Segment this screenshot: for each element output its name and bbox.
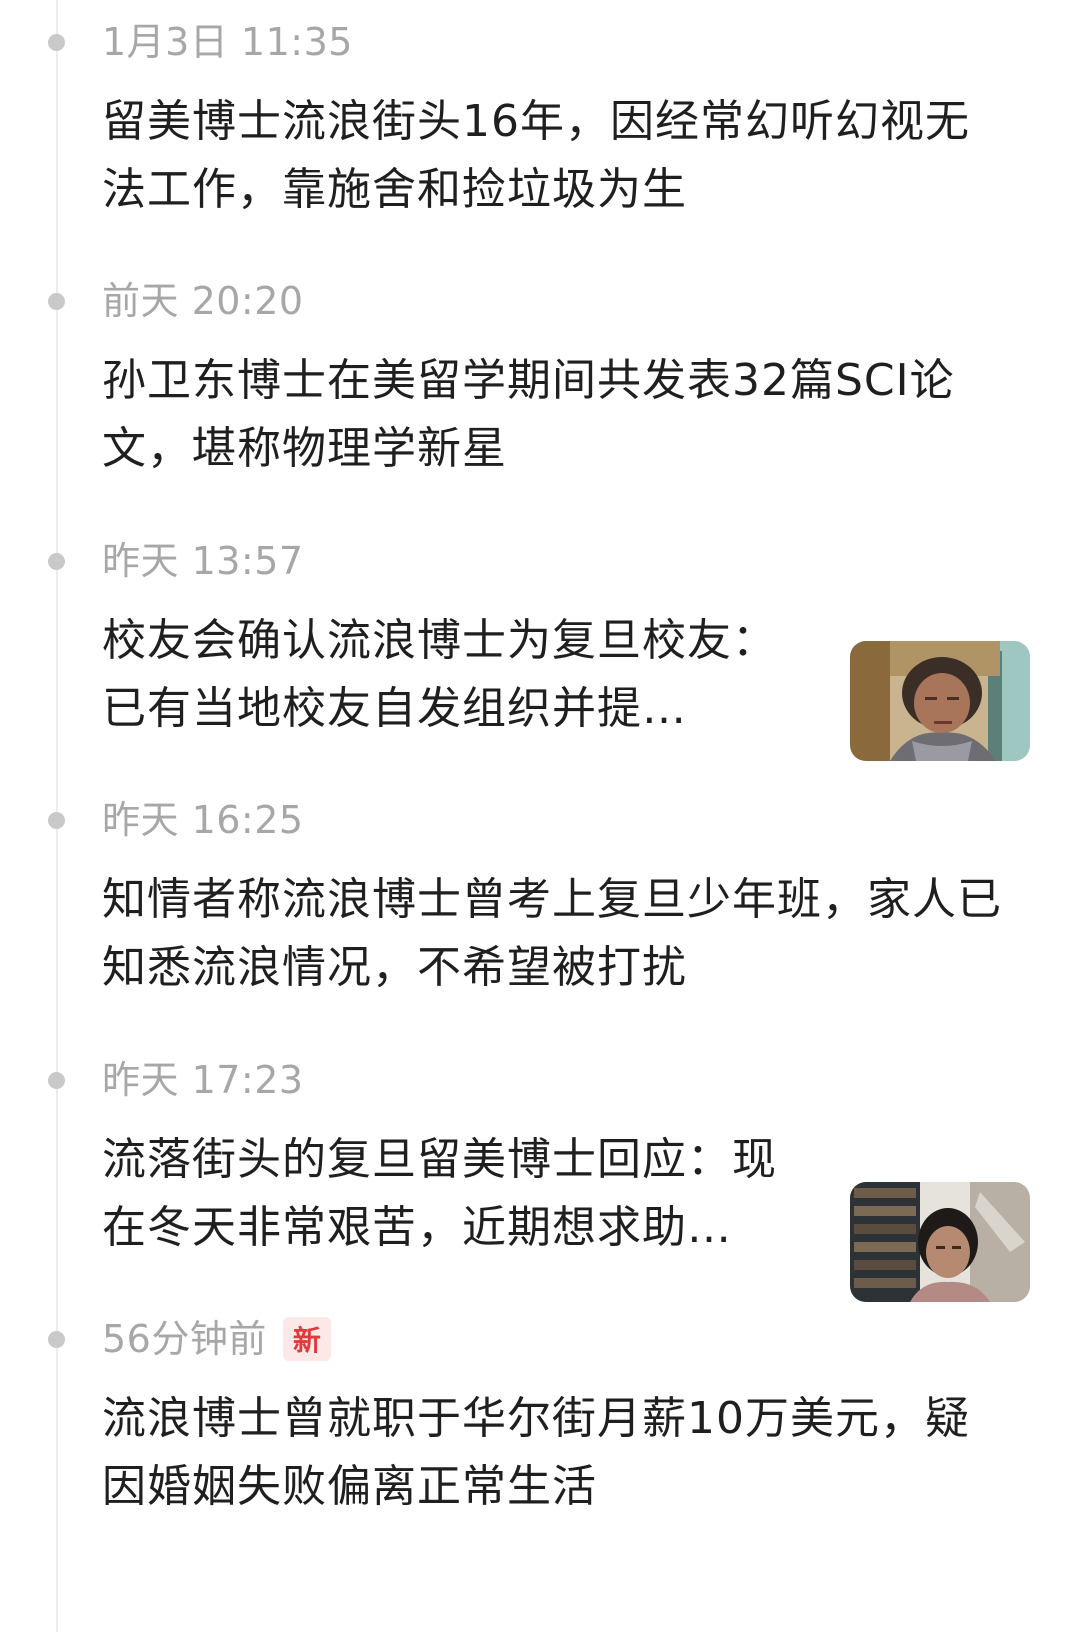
timeline-dot [48, 1072, 65, 1089]
news-headline[interactable]: 流浪博士曾就职于华尔街月薪10万美元，疑因婚姻失败偏离正常生活 [102, 1385, 1002, 1521]
item-timestamp: 前天 20:20 [102, 279, 304, 323]
new-badge: 新 [282, 1317, 331, 1361]
news-thumbnail[interactable] [850, 641, 1030, 761]
item-timestamp: 昨天 16:25 [102, 798, 304, 842]
news-headline[interactable]: 校友会确认流浪博士为复旦校友：已有当地校友自发组织并提… [102, 607, 792, 743]
item-timestamp: 1月3日 11:35 [102, 20, 353, 64]
timeline-dot [48, 34, 65, 51]
timeline-dot [48, 293, 65, 310]
item-timestamp: 昨天 17:23 [102, 1058, 304, 1102]
news-headline[interactable]: 知情者称流浪博士曾考上复旦少年班，家人已知悉流浪情况，不希望被打扰 [102, 866, 1002, 1002]
timeline-dot [48, 812, 65, 829]
item-timestamp: 56分钟前 [102, 1317, 267, 1361]
news-headline[interactable]: 流落街头的复旦留美博士回应：现在冬天非常艰苦，近期想求助… [102, 1126, 792, 1262]
item-timestamp: 昨天 13:57 [102, 539, 304, 583]
news-headline[interactable]: 孙卫东博士在美留学期间共发表32篇SCI论文，堪称物理学新星 [102, 347, 1002, 483]
news-headline[interactable]: 留美博士流浪街头16年，因经常幻听幻视无法工作，靠施舍和捡垃圾为生 [102, 88, 1002, 224]
timeline-dot [48, 1331, 65, 1348]
news-thumbnail[interactable] [850, 1182, 1030, 1302]
timeline-dot [48, 553, 65, 570]
news-timeline: 1月3日 11:35 留美博士流浪街头16年，因经常幻听幻视无法工作，靠施舍和捡… [0, 0, 1080, 1632]
